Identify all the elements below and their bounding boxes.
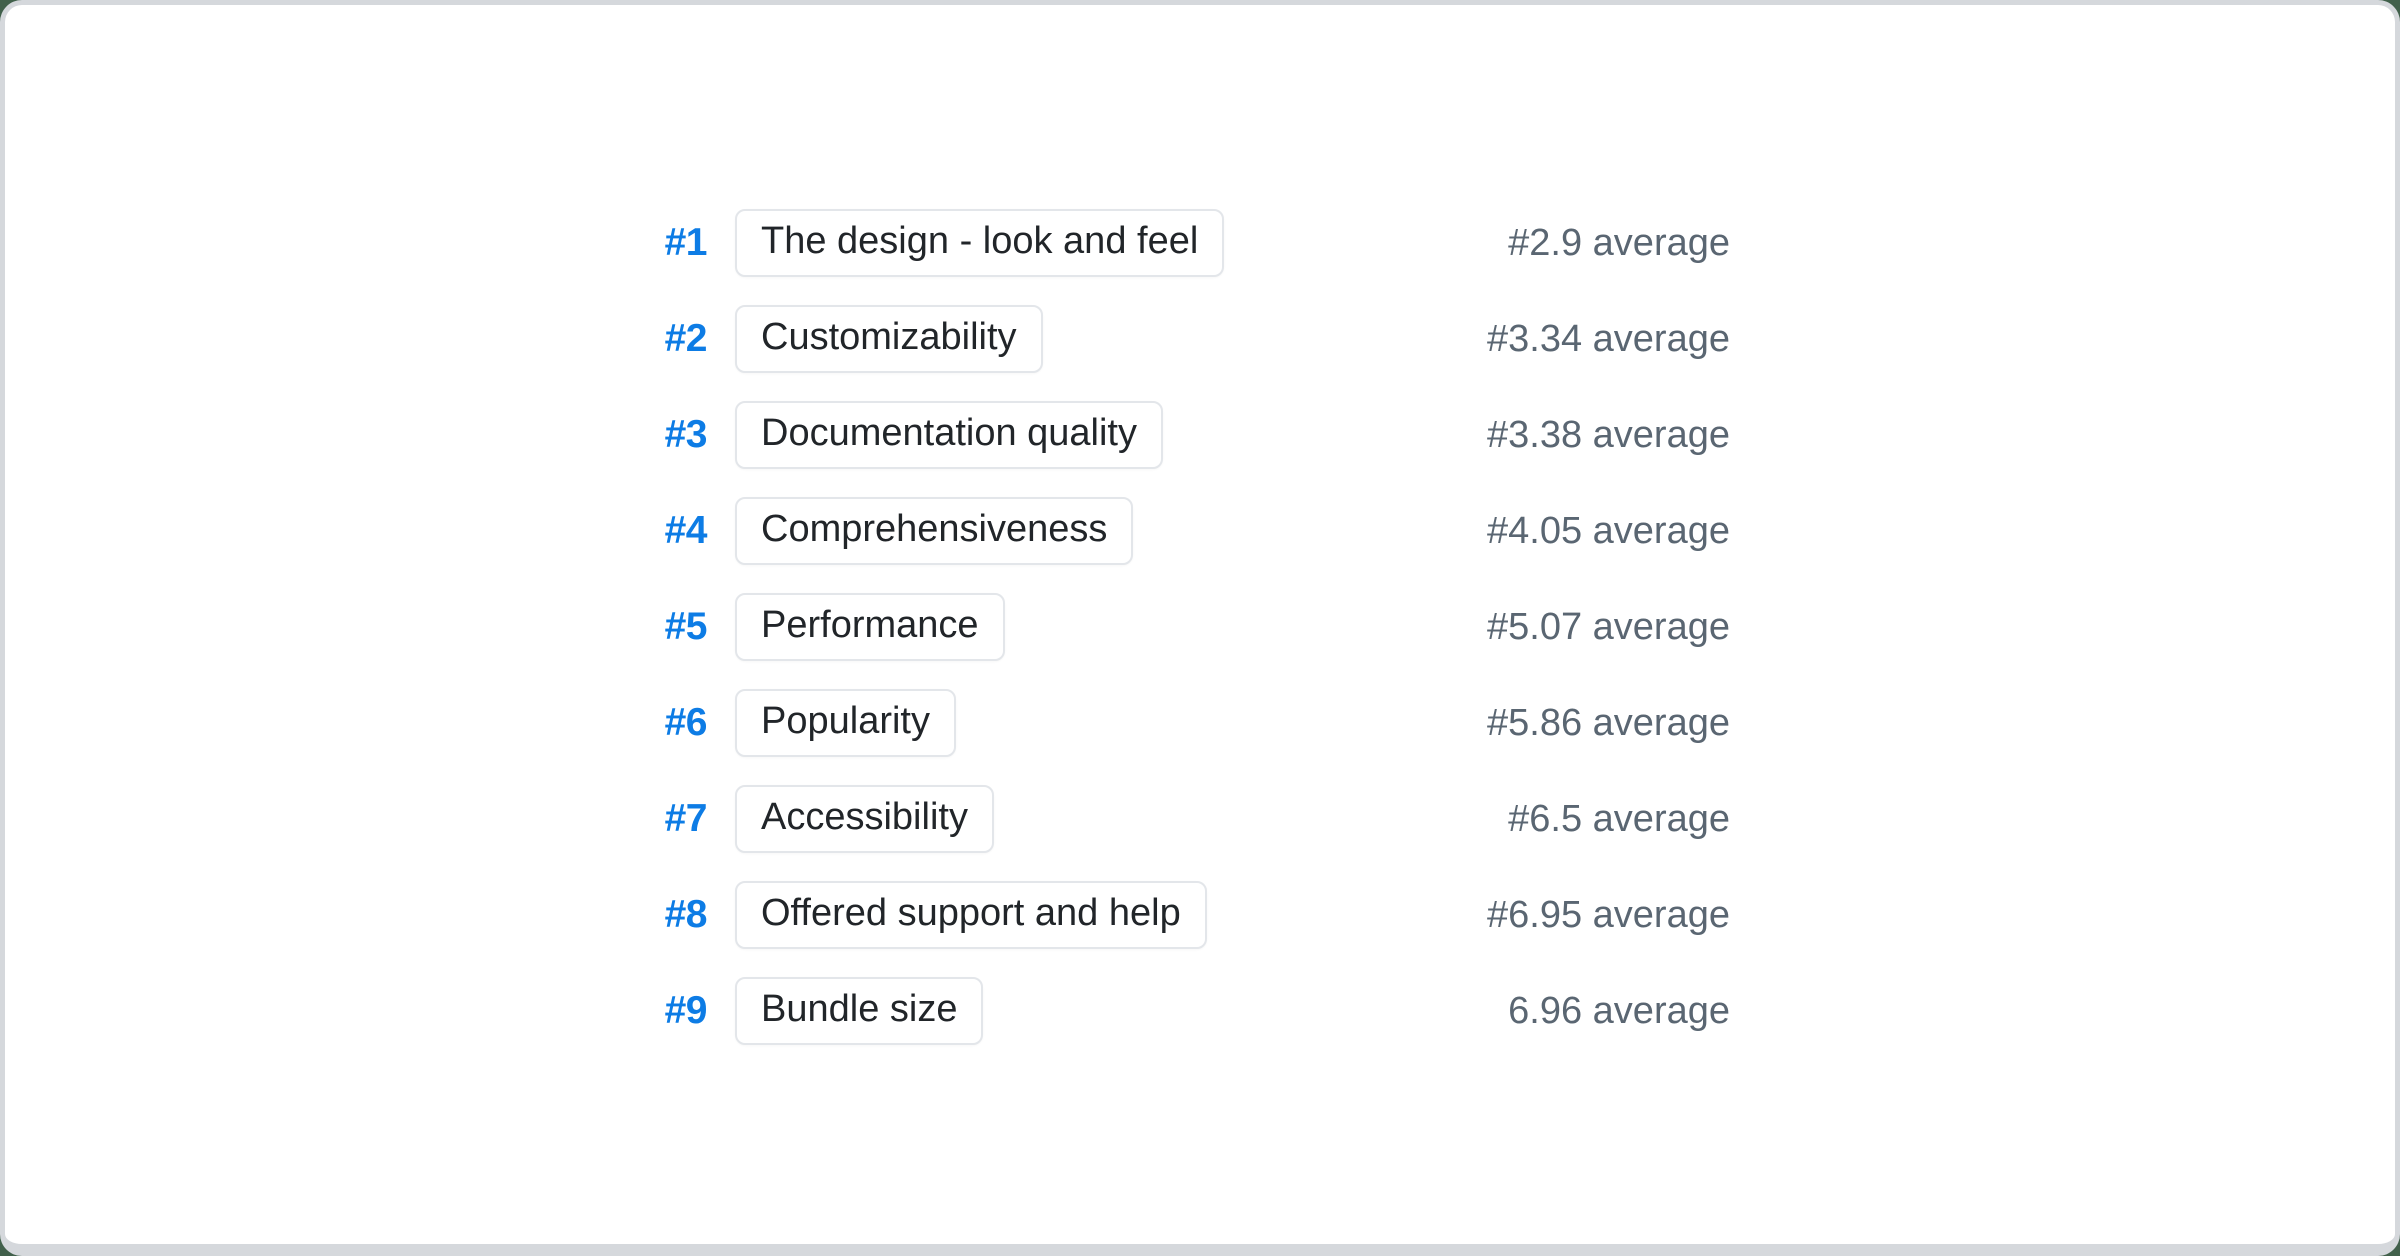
list-item: #8 Offered support and help #6.95 averag…: [5, 867, 1730, 963]
rank-number: #4: [577, 509, 707, 553]
ranking-list: #1 The design - look and feel #2.9 avera…: [5, 5, 2395, 1059]
option-chip[interactable]: Popularity: [735, 689, 956, 757]
option-chip[interactable]: Documentation quality: [735, 401, 1163, 469]
average-score: #6.95 average: [1487, 894, 1730, 937]
average-score: #3.34 average: [1487, 318, 1730, 361]
average-score: #2.9 average: [1508, 222, 1730, 265]
rank-number: #5: [577, 605, 707, 649]
option-chip[interactable]: Accessibility: [735, 785, 994, 853]
rank-number: #9: [577, 989, 707, 1033]
average-score: #6.5 average: [1508, 798, 1730, 841]
list-item: #9 Bundle size 6.96 average: [5, 963, 1730, 1059]
option-chip[interactable]: Offered support and help: [735, 881, 1207, 949]
rank-number: #6: [577, 701, 707, 745]
average-score: 6.96 average: [1508, 990, 1730, 1033]
average-score: #3.38 average: [1487, 414, 1730, 457]
average-score: #4.05 average: [1487, 510, 1730, 553]
option-chip[interactable]: Bundle size: [735, 977, 983, 1045]
average-score: #5.86 average: [1487, 702, 1730, 745]
results-card: #1 The design - look and feel #2.9 avera…: [0, 0, 2400, 1256]
option-chip[interactable]: The design - look and feel: [735, 209, 1224, 277]
rank-number: #2: [577, 317, 707, 361]
rank-number: #8: [577, 893, 707, 937]
option-chip[interactable]: Performance: [735, 593, 1005, 661]
average-score: #5.07 average: [1487, 606, 1730, 649]
list-item: #1 The design - look and feel #2.9 avera…: [5, 195, 1730, 291]
list-item: #3 Documentation quality #3.38 average: [5, 387, 1730, 483]
list-item: #5 Performance #5.07 average: [5, 579, 1730, 675]
rank-number: #7: [577, 797, 707, 841]
list-item: #7 Accessibility #6.5 average: [5, 771, 1730, 867]
option-chip[interactable]: Comprehensiveness: [735, 497, 1133, 565]
list-item: #6 Popularity #5.86 average: [5, 675, 1730, 771]
rank-number: #1: [577, 221, 707, 265]
list-item: #2 Customizability #3.34 average: [5, 291, 1730, 387]
list-item: #4 Comprehensiveness #4.05 average: [5, 483, 1730, 579]
rank-number: #3: [577, 413, 707, 457]
option-chip[interactable]: Customizability: [735, 305, 1043, 373]
